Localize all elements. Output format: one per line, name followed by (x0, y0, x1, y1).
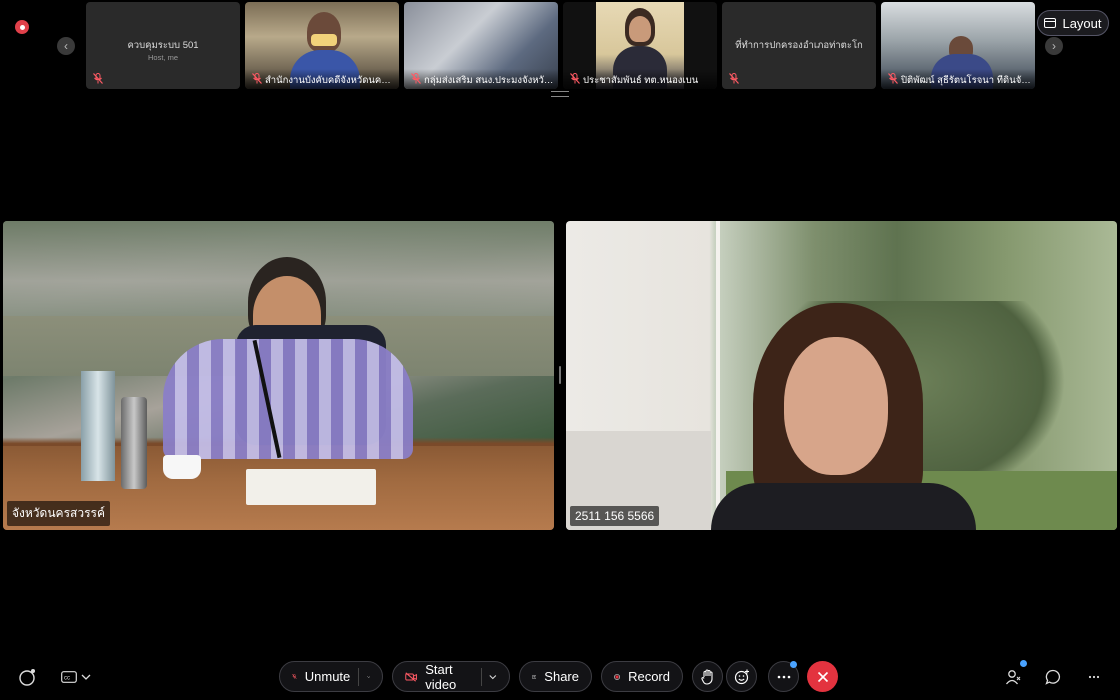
participants-icon (1005, 670, 1021, 685)
thumbnail-name: ปิติพัฒน์ สุธีรัตนโรจนา ทีดินจังห... (881, 69, 1035, 89)
record-button[interactable]: Record (601, 661, 683, 692)
participant-face (629, 16, 651, 42)
microphone-muted-icon (570, 73, 580, 84)
notification-badge (1020, 660, 1027, 667)
share-icon (532, 674, 537, 679)
start-video-label: Start video (425, 661, 457, 692)
strip-resize-handle[interactable] (551, 91, 569, 97)
layout-button-label: Layout (1062, 15, 1102, 31)
microphone-muted-icon (292, 674, 297, 679)
raise-hand-button[interactable] (692, 661, 723, 692)
microphone-muted-icon (93, 73, 103, 84)
speaker-shirt (711, 483, 976, 530)
leave-meeting-button[interactable] (807, 661, 838, 692)
more-icon (777, 675, 790, 678)
face-mask (311, 34, 337, 46)
thumbnail-name: กลุ่มส่งเสริม สนง.ประมงจังหวัดน... (404, 69, 558, 89)
separator (480, 667, 482, 686)
participants-button[interactable] (1003, 666, 1025, 688)
thumbnail-name: สำนักงานบังคับคดีจังหวัดนครสว... (245, 69, 399, 89)
camera-off-icon (405, 671, 417, 682)
participant-thumbnail-host[interactable]: ควบคุมระบบ 501 Host, me (86, 2, 240, 89)
thumbnail-center-label: ควบคุมระบบ 501 (127, 40, 199, 51)
layout-icon (1044, 18, 1057, 28)
chevron-down-icon (81, 674, 91, 680)
main-video-tile-right[interactable]: 2511 156 5566 (566, 221, 1117, 530)
video-resize-handle[interactable] (559, 366, 561, 384)
name-plate (246, 469, 376, 505)
microphone-muted-icon (888, 73, 898, 84)
window-frame (716, 221, 720, 530)
unmute-label: Unmute (304, 669, 351, 684)
reactions-button[interactable] (726, 661, 757, 692)
chat-button[interactable] (1042, 666, 1064, 688)
coffee-cup (163, 455, 201, 479)
participant-thumbnail[interactable]: สำนักงานบังคับคดีจังหวัดนครสว... (245, 2, 399, 89)
chat-icon (1045, 669, 1061, 685)
microphone-muted-icon (411, 73, 421, 84)
microphone-muted-icon (252, 73, 262, 84)
participant-thumbnail[interactable]: กลุ่มส่งเสริม สนง.ประมงจังหวัดน... (404, 2, 558, 89)
video-label: 2511 156 5566 (570, 506, 660, 526)
layout-button[interactable]: Layout (1037, 10, 1109, 36)
main-video-tile-left[interactable]: จังหวัดนครสวรรค์ (3, 221, 554, 530)
more-icon (1088, 675, 1100, 679)
close-icon (817, 671, 828, 682)
start-video-button[interactable]: Start video (392, 661, 510, 692)
thumbnail-name: ประชาสัมพันธ์ ทต.หนองเบน (563, 69, 717, 89)
connection-icon (19, 669, 35, 686)
participant-figure (307, 12, 341, 52)
participant-thumbnail[interactable]: ที่ทำการปกครองอำเภอท่าตะโก (722, 2, 876, 89)
record-label: Record (628, 669, 670, 684)
record-icon (614, 673, 620, 680)
thumbnail-host-label: Host, me (147, 53, 178, 62)
thermos (121, 397, 147, 489)
strip-next-button[interactable]: › (1045, 37, 1063, 55)
overflow-menu-button[interactable] (1083, 666, 1105, 688)
participant-thumbnail[interactable]: ปิติพัฒน์ สุธีรัตนโรจนา ทีดินจังห... (881, 2, 1035, 89)
network-status-button[interactable] (16, 666, 38, 688)
emoji-icon (734, 669, 749, 684)
chevron-down-icon[interactable] (366, 673, 370, 681)
captions-icon: cc (61, 671, 77, 683)
thumbnail-center-label: ที่ทำการปกครองอำเภอท่าตะโก (735, 40, 863, 51)
share-button[interactable]: Share (519, 661, 592, 692)
unmute-button[interactable]: Unmute (279, 661, 383, 692)
participant-thumbnail[interactable]: ประชาสัมพันธ์ ทต.หนองเบน (563, 2, 717, 89)
svg-text:cc: cc (64, 676, 70, 682)
award-trophy (81, 371, 115, 481)
chevron-down-icon[interactable] (489, 673, 497, 681)
speaker-shirt (163, 339, 413, 459)
share-label: Share (544, 669, 579, 684)
speaker-face (784, 337, 888, 475)
captions-button[interactable]: cc (58, 666, 94, 688)
strip-prev-button[interactable]: ‹ (57, 37, 75, 55)
notification-badge (790, 661, 797, 668)
raise-hand-icon (700, 668, 713, 685)
recording-indicator-icon (15, 20, 29, 34)
video-label: จังหวัดนครสวรรค์ (7, 501, 110, 526)
microphone-muted-icon (729, 73, 739, 84)
